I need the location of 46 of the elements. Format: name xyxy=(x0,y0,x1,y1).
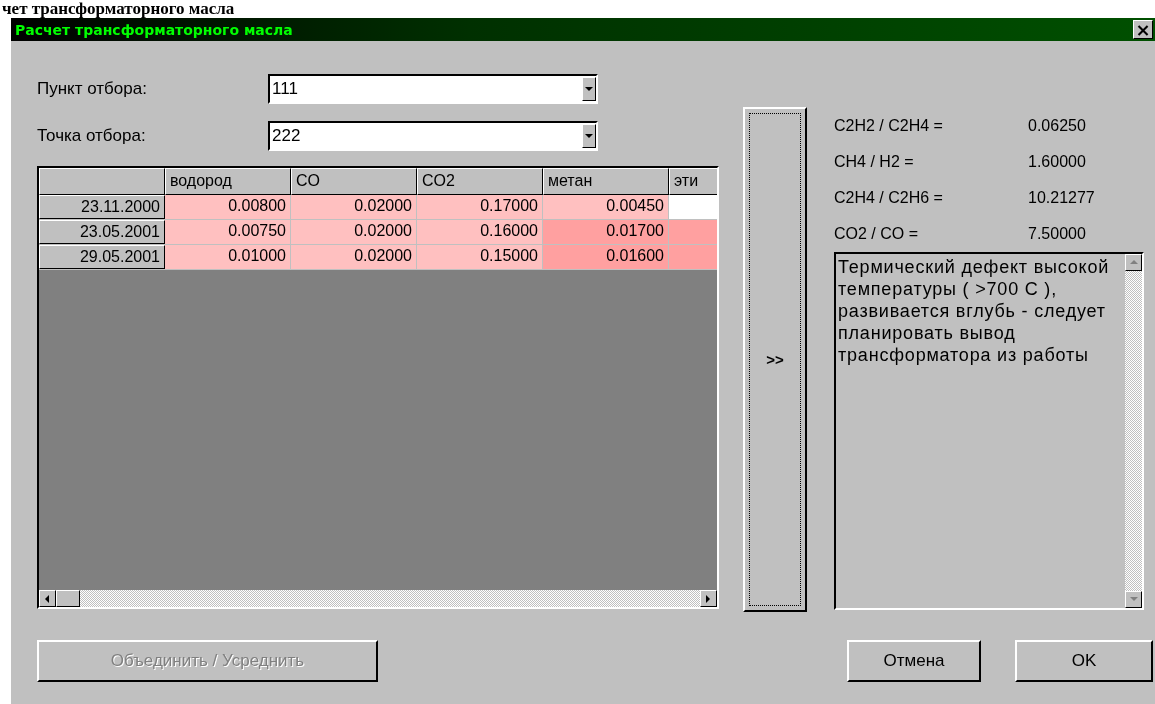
vertical-scrollbar[interactable] xyxy=(1125,254,1142,608)
column-header[interactable]: водород xyxy=(165,168,291,195)
window-title: Расчет трансформаторного масла xyxy=(15,21,293,38)
ratio-value: 1.60000 xyxy=(1028,153,1086,171)
ratio-label: C2H2 / C2H4 = xyxy=(834,117,944,135)
table-cell: 0.00450 xyxy=(543,195,669,219)
scroll-right-icon[interactable] xyxy=(700,590,717,607)
ratio-value: 0.06250 xyxy=(1028,117,1086,135)
page-heading: чет трансформаторного масла xyxy=(1,0,236,18)
transfer-button[interactable]: >> xyxy=(743,107,807,612)
scroll-up-icon[interactable] xyxy=(1125,254,1142,271)
dropdown-field[interactable]: 111 xyxy=(268,74,598,104)
table-cell: 0.15000 xyxy=(417,245,543,269)
ratio-label: CH4 / H2 = xyxy=(834,153,915,171)
row-header[interactable]: 29.05.2001 xyxy=(39,245,165,269)
row-header[interactable]: 23.11.2000 xyxy=(39,195,165,219)
ratio-label: C2H4 / C2H6 = xyxy=(834,189,944,207)
column-header[interactable]: CO2 xyxy=(417,168,543,195)
scroll-down-icon[interactable] xyxy=(1125,591,1142,608)
table-cell: 0.02000 xyxy=(291,220,417,244)
table-cell: 0.16000 xyxy=(417,220,543,244)
table-cell: 0.02000 xyxy=(291,195,417,219)
scroll-thumb[interactable] xyxy=(56,590,80,607)
close-button[interactable]: × xyxy=(1133,20,1153,39)
horizontal-scrollbar[interactable] xyxy=(39,590,717,607)
field-label: Точка отбора: xyxy=(37,126,147,146)
diagnosis-textarea[interactable]: Термический дефект высокой температуры ( >700 C ), развивается вглубь - следует планировать вывод трансформатора из работы xyxy=(834,252,1144,610)
column-header[interactable]: метан xyxy=(543,168,669,195)
dialog-button[interactable]: Отмена xyxy=(847,640,981,682)
dialog-button[interactable]: OK xyxy=(1015,640,1153,682)
field-label: Пункт отбора: xyxy=(37,79,148,99)
table-cell: 0.01600 xyxy=(543,245,669,269)
table-cell: 0.01700 xyxy=(543,220,669,244)
row-header[interactable]: 23.05.2001 xyxy=(39,220,165,244)
table-cell: 0.17000 xyxy=(417,195,543,219)
table-cell: 0.01000 xyxy=(165,245,291,269)
table-cell: 0.02000 xyxy=(291,245,417,269)
column-header[interactable]: эти xyxy=(669,168,717,195)
ratio-value: 10.21277 xyxy=(1028,189,1095,207)
column-header[interactable]: CO xyxy=(291,168,417,195)
table-cell: 0.00750 xyxy=(165,220,291,244)
table-cell: 0.00800 xyxy=(165,195,291,219)
scroll-left-icon[interactable] xyxy=(39,590,56,607)
ratio-label: CO2 / CO = xyxy=(834,225,920,243)
ratio-value: 7.50000 xyxy=(1028,225,1086,243)
dropdown-field[interactable]: 222 xyxy=(268,121,598,151)
